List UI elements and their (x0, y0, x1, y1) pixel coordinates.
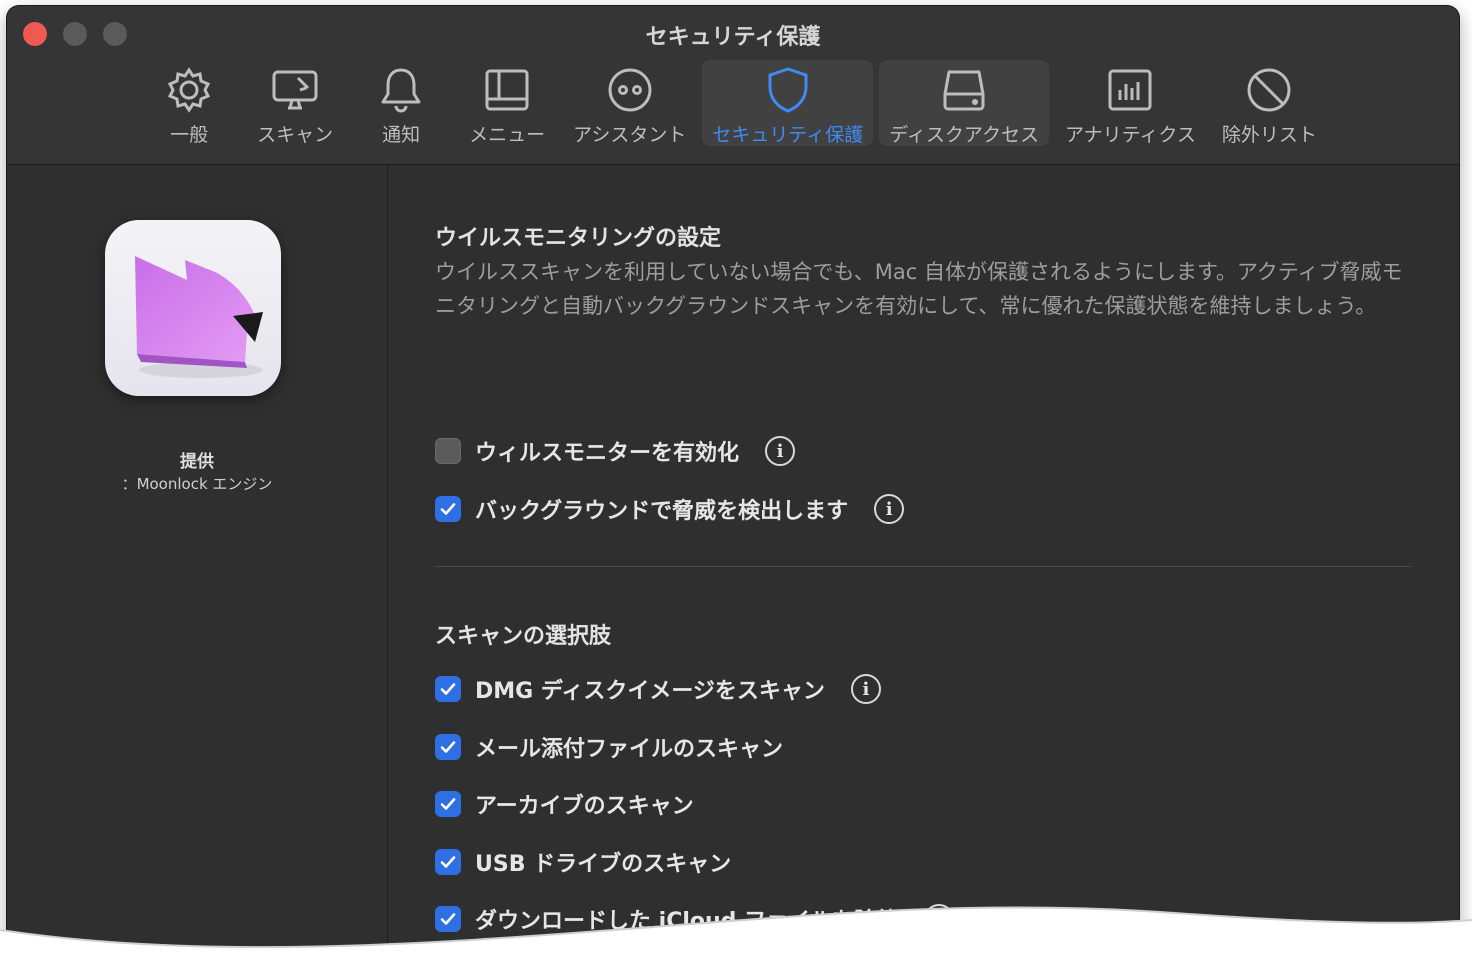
checkbox-checked[interactable] (435, 791, 461, 817)
disk-drive-icon (938, 66, 990, 114)
option-scan-usb-drives[interactable]: USB ドライブのスキャン (435, 846, 731, 878)
assistant-face-icon (604, 66, 656, 114)
tab-assistant[interactable]: アシスタント (563, 60, 696, 146)
option-enable-virus-monitor[interactable]: ウィルスモニターを有効化 i (435, 435, 796, 467)
virus-monitoring-title: ウイルスモニタリングの設定 (435, 226, 722, 251)
tab-security-protection[interactable]: セキュリティ保護 (702, 60, 874, 146)
gear-icon (163, 66, 215, 114)
preferences-toolbar: 一般 スキャン 通知 メニュー アシスタント セキュリティ保護 ディスクアクセス… (7, 60, 1459, 152)
bell-icon (375, 66, 427, 114)
moonlock-app-icon (105, 220, 281, 396)
scan-options-title: スキャンの選択肢 (435, 624, 612, 649)
option-scan-dmg[interactable]: DMG ディスクイメージをスキャン i (435, 673, 881, 705)
checkbox-checked[interactable] (435, 849, 461, 875)
option-background-threat-detection[interactable]: バックグラウンドで脅威を検出します i (435, 493, 905, 525)
window-title: セキュリティ保護 (645, 25, 821, 50)
option-scan-mail-attachments[interactable]: メール添付ファイルのスキャン (435, 731, 783, 763)
provider-label: 提供 (180, 452, 214, 472)
option-scan-archives[interactable]: アーカイブのスキャン (435, 788, 694, 820)
section-divider (435, 566, 1411, 567)
settings-window: セキュリティ保護 一般 スキャン 通知 メニュー アシスタント セキュリティ保護… (7, 6, 1459, 956)
provider-name: ：Moonlock エンジン (121, 475, 273, 493)
checkbox-unchecked[interactable] (435, 438, 461, 464)
security-settings-panel: ウイルスモニタリングの設定 ウイルススキャンを利用していない場合でも、Mac 自… (435, 165, 1425, 956)
tab-notifications[interactable]: 通知 (351, 60, 451, 146)
checkbox-checked[interactable] (435, 676, 461, 702)
info-icon[interactable]: i (850, 674, 881, 704)
virus-monitoring-description: ウイルススキャンを利用していない場合でも、Mac 自体が保護されるようにします。… (435, 260, 1403, 318)
info-icon[interactable]: i (765, 436, 796, 466)
analytics-chart-icon (1104, 66, 1156, 114)
tab-exclusion-list[interactable]: 除外リスト (1212, 60, 1327, 146)
tab-menu[interactable]: メニュー (457, 60, 557, 146)
checkbox-checked[interactable] (435, 496, 461, 522)
sidebar: 提供 ：Moonlock エンジン (7, 165, 388, 956)
title-bar: セキュリティ保護 一般 スキャン 通知 メニュー アシスタント セキュリティ保護… (7, 6, 1459, 165)
monitor-scan-icon (269, 66, 321, 114)
prohibited-icon (1243, 66, 1295, 114)
checkbox-checked[interactable] (435, 734, 461, 760)
tab-scan[interactable]: スキャン (245, 60, 345, 146)
tab-disk-access[interactable]: ディスクアクセス (879, 60, 1049, 146)
torn-edge-decoration (0, 906, 1472, 966)
shield-icon (762, 66, 814, 114)
menu-window-icon (481, 66, 533, 114)
info-icon[interactable]: i (874, 494, 905, 524)
tab-analytics[interactable]: アナリティクス (1055, 60, 1206, 146)
tab-general[interactable]: 一般 (139, 60, 239, 146)
